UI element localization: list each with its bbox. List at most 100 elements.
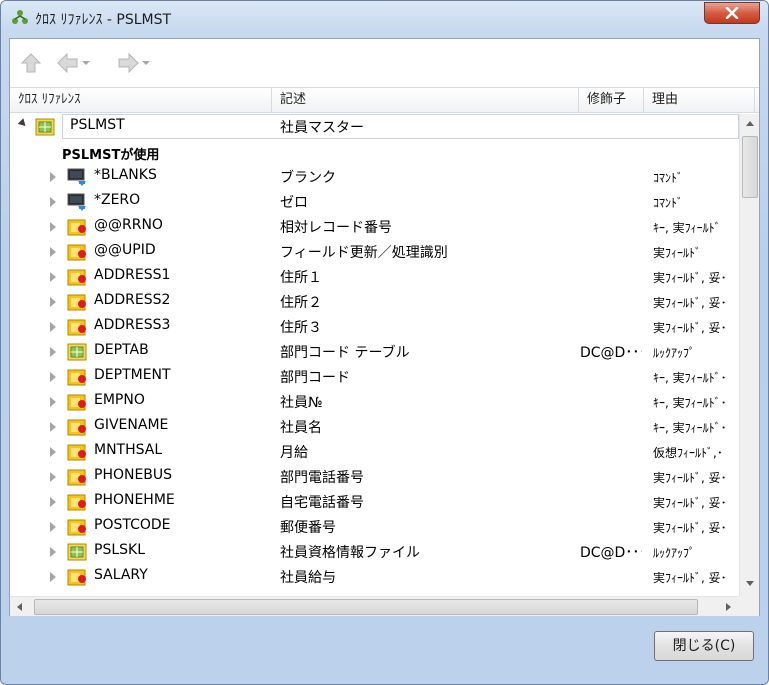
item-name: *ZERO [94,192,141,208]
tree-row[interactable]: ADDRESS2 住所２ 実ﾌｨｰﾙﾄﾞ, 妥･ [10,289,739,314]
tree-row[interactable]: @@UPID フィールド更新／処理識別 実ﾌｨｰﾙﾄﾞ [10,239,739,264]
tree-row[interactable]: POSTCODE 郵便番号 実ﾌｨｰﾙﾄﾞ, 妥･ [10,514,739,539]
title-bar[interactable]: ｸﾛｽ ﾘﾌｧﾚﾝｽ - PSLMST [1,1,768,33]
scroll-left-icon[interactable] [17,603,22,611]
item-reason: 仮想ﾌｨｰﾙﾄﾞ,･ [653,446,723,460]
scroll-down-icon[interactable] [746,581,754,586]
item-reason: 実ﾌｨｰﾙﾄﾞ, 妥･ [653,496,727,510]
window-close-button[interactable] [704,2,760,24]
expand-icon[interactable] [50,547,56,557]
field-icon [67,369,86,386]
horizontal-scrollbar[interactable] [10,596,739,616]
item-description: 自宅電話番号 [280,495,364,511]
expand-icon[interactable] [50,197,56,207]
expand-icon[interactable] [50,522,56,532]
chevron-down-icon[interactable] [80,52,92,74]
column-header: ｸﾛｽ ﾘﾌｧﾚﾝｽ 記述 修飾子 理由 [10,87,759,113]
expand-icon[interactable] [50,347,56,357]
expand-icon[interactable] [50,497,56,507]
expand-icon[interactable] [50,222,56,232]
item-description: 部門電話番号 [280,470,364,486]
close-button[interactable]: 閉じる(C) [654,631,754,661]
item-name: PHONEBUS [94,467,173,483]
item-reason: ｷｰ, 実ﾌｨｰﾙﾄﾞ [653,221,721,235]
item-description: 住所２ [280,295,322,311]
scroll-up-icon[interactable] [746,121,754,126]
root-row[interactable]: PSLMST 社員マスター [10,114,739,139]
item-reason: ﾙｯｸｱｯﾌﾟ [653,346,696,360]
root-name: PSLMST [70,117,125,133]
cross-reference-app-icon [12,10,28,24]
item-description: 社員名 [280,420,322,436]
expand-icon[interactable] [50,422,56,432]
item-name: @@RRNO [94,217,163,233]
item-reason: ｺﾏﾝﾄﾞ [653,171,684,185]
item-description: 部門コード [280,370,350,386]
file-icon [35,118,55,136]
item-name: ADDRESS1 [94,267,171,283]
collapse-icon[interactable] [17,118,29,129]
tree-row[interactable]: DEPTMENT 部門コード ｷｰ, 実ﾌｨｰﾙﾄﾞ･ [10,364,739,389]
item-description: 部門コード テーブル [280,345,410,361]
scrollbar-corner [739,596,759,616]
tree-row[interactable]: ADDRESS1 住所１ 実ﾌｨｰﾙﾄﾞ, 妥･ [10,264,739,289]
item-name: PSLSKL [94,542,145,558]
vertical-scroll-thumb[interactable] [742,136,758,198]
tree-row[interactable]: SALARY 社員給与 実ﾌｨｰﾙﾄﾞ, 妥･ [10,564,739,589]
tree-row[interactable]: PHONEHME 自宅電話番号 実ﾌｨｰﾙﾄﾞ, 妥･ [10,489,739,514]
expand-icon[interactable] [50,397,56,407]
command-icon [67,193,86,211]
back-button[interactable] [56,51,92,75]
item-name: POSTCODE [94,517,171,533]
tree-row[interactable]: @@RRNO 相対レコード番号 ｷｰ, 実ﾌｨｰﾙﾄﾞ [10,214,739,239]
item-reason: ｷｰ, 実ﾌｨｰﾙﾄﾞ･ [653,396,727,410]
field-icon [67,219,86,236]
expand-icon[interactable] [50,472,56,482]
expand-icon[interactable] [50,322,56,332]
tree-row[interactable]: PSLSKL 社員資格情報ファイル DC@D･･･ ﾙｯｸｱｯﾌﾟ [10,539,739,564]
forward-button[interactable] [116,51,152,75]
scroll-right-icon[interactable] [726,603,731,611]
item-name: *BLANKS [94,167,157,183]
back-arrow-icon [57,52,78,74]
up-button[interactable] [20,51,42,75]
tree-row[interactable]: EMPNO 社員№ ｷｰ, 実ﾌｨｰﾙﾄﾞ･ [10,389,739,414]
expand-icon[interactable] [50,572,56,582]
item-name: EMPNO [94,392,145,408]
tree-row[interactable]: *BLANKS ブランク ｺﾏﾝﾄﾞ [10,164,739,189]
tree-row[interactable]: ADDRESS3 住所３ 実ﾌｨｰﾙﾄﾞ, 妥･ [10,314,739,339]
expand-icon[interactable] [50,297,56,307]
column-cross-reference[interactable]: ｸﾛｽ ﾘﾌｧﾚﾝｽ [10,88,272,113]
column-qualifier[interactable]: 修飾子 [579,88,644,113]
column-description[interactable]: 記述 [272,88,579,113]
item-description: 郵便番号 [280,520,336,536]
item-description: フィールド更新／処理識別 [280,245,448,261]
window-title: ｸﾛｽ ﾘﾌｧﾚﾝｽ - PSLMST [35,12,172,28]
vertical-scrollbar[interactable] [739,114,759,596]
field-icon [67,469,86,486]
expand-icon[interactable] [50,172,56,182]
close-icon [725,7,739,19]
item-name: SALARY [94,567,148,583]
tree-row[interactable]: PHONEBUS 部門電話番号 実ﾌｨｰﾙﾄﾞ, 妥･ [10,464,739,489]
item-name: ADDRESS2 [94,292,171,308]
expand-icon[interactable] [50,272,56,282]
expand-icon[interactable] [50,447,56,457]
tree-row[interactable]: GIVENAME 社員名 ｷｰ, 実ﾌｨｰﾙﾄﾞ･ [10,414,739,439]
item-reason: ｷｰ, 実ﾌｨｰﾙﾄﾞ･ [653,421,727,435]
chevron-down-icon[interactable] [140,52,152,74]
tree-row[interactable]: DEPTAB 部門コード テーブル DC@D･･･ ﾙｯｸｱｯﾌﾟ [10,339,739,364]
field-icon [67,419,86,436]
item-name: DEPTAB [94,342,149,358]
item-reason: 実ﾌｨｰﾙﾄﾞ, 妥･ [653,271,727,285]
tree-row[interactable]: *ZERO ゼロ ｺﾏﾝﾄﾞ [10,189,739,214]
horizontal-scroll-thumb[interactable] [34,599,698,615]
expand-icon[interactable] [50,247,56,257]
expand-icon[interactable] [50,372,56,382]
tree-row[interactable]: MNTHSAL 月給 仮想ﾌｨｰﾙﾄﾞ,･ [10,439,739,464]
item-reason: ｷｰ, 実ﾌｨｰﾙﾄﾞ･ [653,371,727,385]
item-name: GIVENAME [94,417,169,433]
field-icon [67,294,86,311]
group-row[interactable]: PSLMSTが使用 [10,139,739,164]
column-reason[interactable]: 理由 [644,88,755,113]
